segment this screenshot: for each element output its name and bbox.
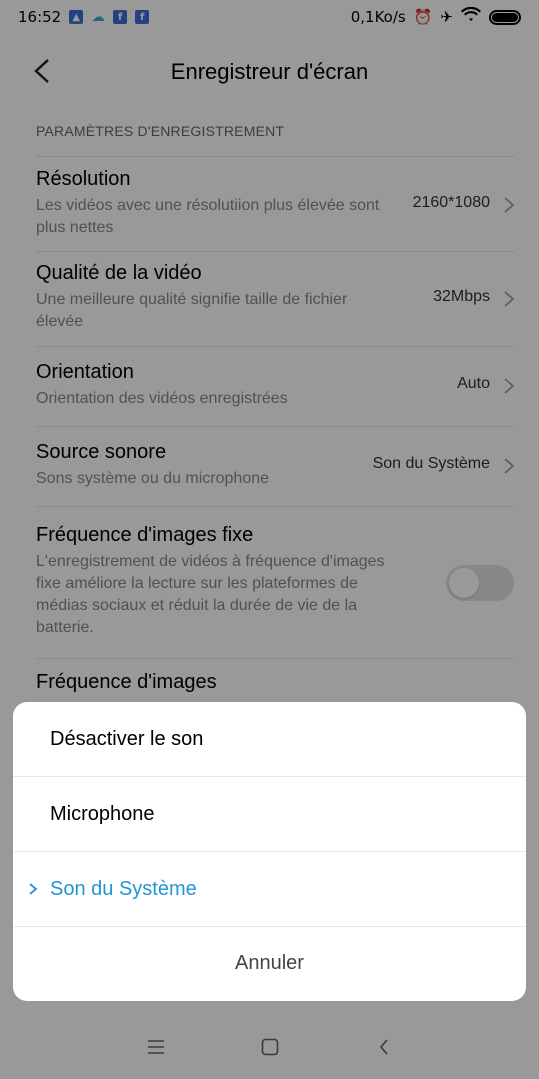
menu-button[interactable] <box>142 1033 170 1061</box>
option-label: Son du Système <box>50 878 197 900</box>
option-label: Microphone <box>50 803 155 825</box>
selected-chevron-icon <box>29 883 38 895</box>
option-microphone[interactable]: Microphone <box>13 777 526 852</box>
navigation-bar <box>0 1015 539 1079</box>
back-icon <box>379 1039 388 1055</box>
nav-back-button[interactable] <box>370 1033 398 1061</box>
home-button[interactable] <box>256 1033 284 1061</box>
sound-source-dialog: Désactiver le son Microphone Son du Syst… <box>13 702 526 1001</box>
menu-icon <box>147 1040 164 1054</box>
option-label: Désactiver le son <box>50 728 204 750</box>
option-system-sound[interactable]: Son du Système <box>13 852 526 927</box>
cancel-button[interactable]: Annuler <box>13 926 526 1001</box>
option-mute[interactable]: Désactiver le son <box>13 702 526 777</box>
home-icon <box>261 1038 278 1056</box>
